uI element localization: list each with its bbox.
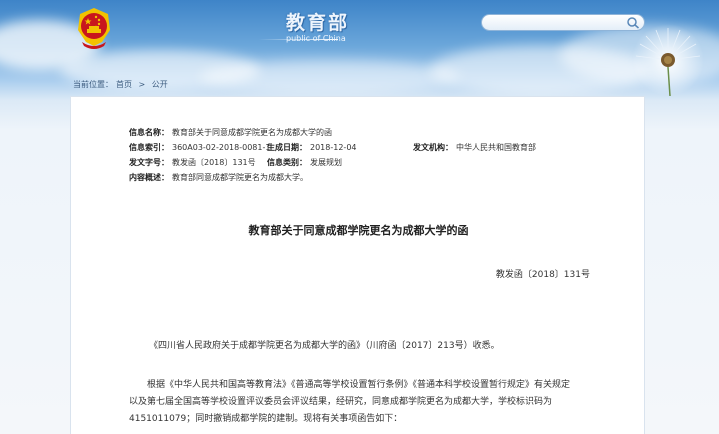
cloud-decoration [200, 60, 460, 94]
document-paragraph-2-line-2: 以及第七届全国高等学校设置评议委员会评议结果，经研究，同意成都学院更名为成都大学… [129, 397, 553, 407]
info-date-value: 2018-12-04 [310, 143, 357, 152]
site-subtitle: public of China [286, 34, 346, 43]
document-panel: 信息名称： 教育部关于同意成都学院更名为成都大学的函 信息索引： 360A03-02… [70, 96, 645, 434]
dandelion-icon [632, 24, 704, 96]
document-paragraph-2-line-1: 根据《中华人民共和国高等教育法》《普通高等学校设置暂行条例》《普通本科学校设置暂… [147, 380, 571, 390]
info-docno-value: 教发函〔2018〕131号 [172, 158, 256, 167]
breadcrumb-separator: > [138, 80, 146, 89]
info-index-row: 信息索引： 360A03-02-2018-0081-1 [129, 142, 270, 153]
info-name-label: 信息名称： [129, 128, 169, 137]
search-input[interactable] [490, 16, 620, 29]
breadcrumb: 当前位置： 首页 > 公开 [73, 79, 168, 90]
info-issuer-value: 中华人民共和国教育部 [456, 143, 536, 152]
breadcrumb-public-link[interactable]: 公开 [152, 80, 168, 89]
breadcrumb-home-link[interactable]: 首页 [116, 80, 132, 89]
document-paragraph-1: 《四川省人民政府关于成都学院更名为成都大学的函》（川府函〔2017〕213号）收… [149, 341, 500, 351]
info-category-value: 发展规划 [310, 158, 342, 167]
document-paragraph-2-line-3: 4151011079；同时撤销成都学院的建制。现将有关事项函告如下： [129, 414, 403, 424]
info-docno-label: 发文字号： [129, 158, 169, 167]
info-date-label: 生成日期： [267, 143, 307, 152]
site-title[interactable]: 教育部 [286, 8, 349, 35]
breadcrumb-prefix: 当前位置： [73, 80, 113, 89]
document-number: 教发函〔2018〕131号 [495, 270, 590, 280]
national-emblem-icon[interactable] [74, 6, 114, 50]
document-title: 教育部关于同意成都学院更名为成都大学的函 [248, 224, 469, 237]
info-issuer-label: 发文机构： [413, 143, 453, 152]
info-summary-row: 内容概述： 教育部同意成都学院更名为成都大学。 [129, 172, 308, 183]
info-category-label: 信息类别： [267, 158, 307, 167]
info-name-row: 信息名称： 教育部关于同意成都学院更名为成都大学的函 [129, 127, 332, 138]
info-issuer-row: 发文机构： 中华人民共和国教育部 [413, 142, 536, 153]
info-docno-row: 发文字号： 教发函〔2018〕131号 [129, 157, 256, 168]
info-date-row: 生成日期： 2018-12-04 [267, 142, 357, 153]
info-category-row: 信息类别： 发展规划 [267, 157, 342, 168]
info-index-label: 信息索引： [129, 143, 169, 152]
info-name-value: 教育部关于同意成都学院更名为成都大学的函 [172, 128, 332, 137]
info-summary-value: 教育部同意成都学院更名为成都大学。 [172, 173, 308, 182]
info-summary-label: 内容概述： [129, 173, 169, 182]
info-index-value: 360A03-02-2018-0081-1 [172, 143, 271, 152]
